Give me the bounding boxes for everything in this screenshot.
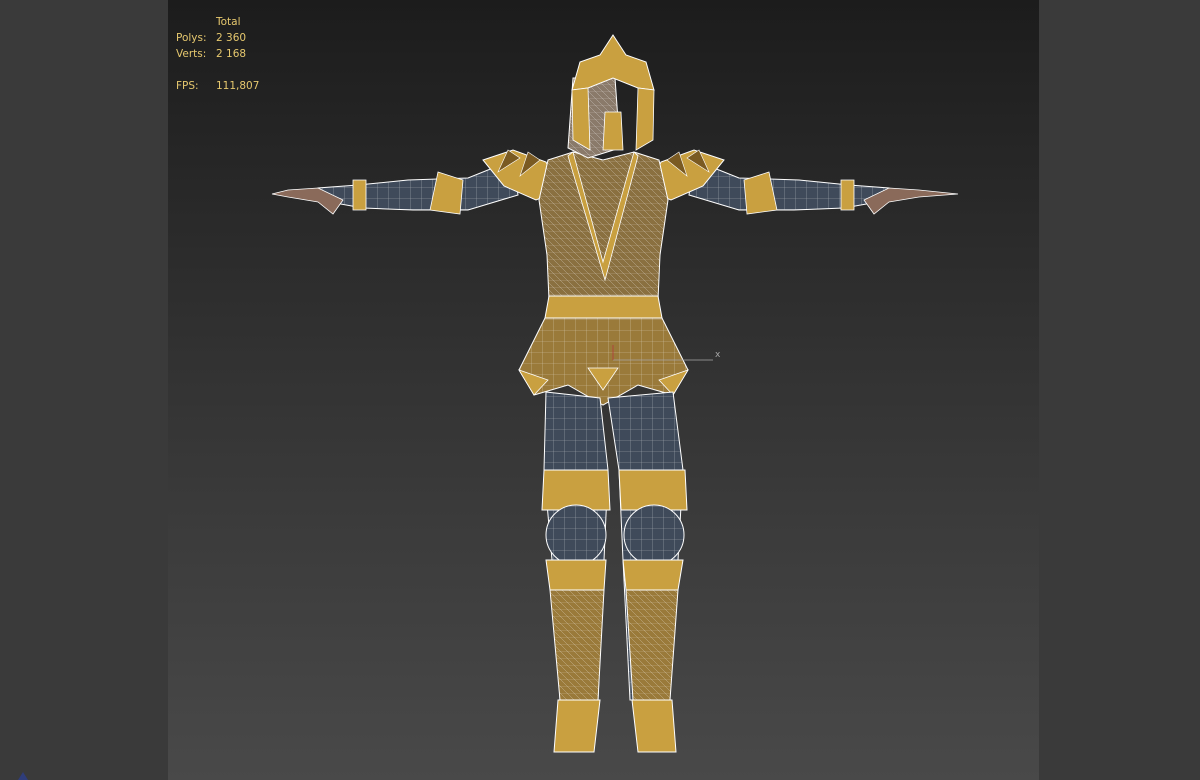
right-arm bbox=[688, 159, 959, 215]
hip-armor bbox=[518, 317, 689, 406]
app-screen: Total Polys: 2 360 Verts: 2 168 FPS: 111… bbox=[0, 0, 1200, 780]
left-arm bbox=[271, 159, 519, 215]
torso bbox=[538, 151, 669, 319]
right-panel bbox=[1039, 0, 1200, 780]
3d-viewport[interactable]: Total Polys: 2 360 Verts: 2 168 FPS: 111… bbox=[168, 0, 1039, 780]
right-leg bbox=[607, 391, 688, 753]
viewport-corner-icon bbox=[18, 772, 28, 780]
left-panel bbox=[0, 0, 168, 780]
armored-character-wireframe-model[interactable] bbox=[168, 0, 1039, 780]
gizmo-x-axis-label: x bbox=[715, 350, 721, 360]
left-leg bbox=[541, 391, 611, 753]
helmet bbox=[567, 34, 655, 159]
